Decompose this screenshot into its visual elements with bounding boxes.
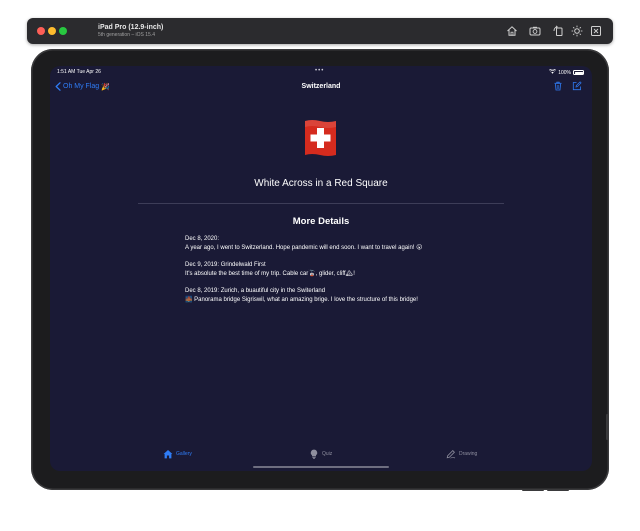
tab-drawing[interactable]: Drawing [446, 449, 477, 459]
simulator-subtitle: 5th generation – iOS 15.4 [98, 32, 155, 38]
app-screen: 1:51 AM Tue Apr 26 ••• 100% Oh My Flag 🎉… [50, 66, 592, 471]
top-button [522, 489, 544, 491]
simulator-title-bar: iPad Pro (12.9-inch) 5th generation – iO… [27, 18, 613, 44]
divider [138, 203, 504, 204]
close-window-button[interactable] [37, 27, 45, 35]
close-window-icon[interactable] [590, 25, 602, 37]
detail-entry-date: Dec 8, 2020: [185, 236, 220, 242]
lightbulb-icon [310, 449, 318, 459]
tab-gallery-label: Gallery [176, 451, 192, 457]
detail-entry-text: 🌉 Panorama bridge Sigriswil, what an ama… [185, 297, 418, 303]
minimize-window-button[interactable] [48, 27, 56, 35]
house-icon [163, 450, 173, 459]
simulator-title: iPad Pro (12.9-inch) [98, 24, 164, 31]
wifi-icon [549, 68, 557, 76]
tab-gallery[interactable]: Gallery [163, 449, 192, 459]
tab-quiz[interactable]: Quiz [309, 449, 332, 459]
detail-entry-date: Dec 9, 2019: Grindelwald First [185, 262, 266, 268]
detail-entry-text: A year ago, I went to Switzerland. Hope … [185, 245, 423, 251]
tab-drawing-label: Drawing [459, 451, 478, 457]
home-icon[interactable] [506, 25, 518, 37]
detail-entry: Dec 9, 2019: Grindelwald First It's abso… [185, 261, 355, 279]
tab-quiz-label: Quiz [322, 451, 333, 457]
detail-entry-text: It's absolute the best time of my trip. … [185, 271, 355, 277]
compose-icon[interactable] [572, 81, 582, 91]
status-right: 100% [549, 68, 584, 76]
battery-percent: 100% [558, 69, 571, 76]
detail-entry: Dec 8, 2020: A year ago, I went to Switz… [185, 235, 422, 253]
multitasking-dots[interactable]: ••• [315, 68, 324, 74]
switzerland-flag-emoji [302, 119, 339, 159]
more-details-heading: More Details [292, 216, 350, 227]
top-button-2 [547, 489, 569, 491]
trash-icon[interactable] [553, 81, 563, 91]
rotate-icon[interactable] [552, 25, 564, 37]
page-title: Switzerland [301, 83, 341, 90]
detail-entry-date: Dec 8, 2019: Zurich, a buautiful city in… [185, 288, 326, 294]
battery-icon [573, 70, 584, 75]
home-indicator[interactable] [253, 466, 389, 468]
screenshot-icon[interactable] [529, 25, 541, 37]
flag-description: White Across in a Red Square [254, 178, 388, 189]
detail-entry: Dec 8, 2019: Zurich, a buautiful city in… [185, 287, 418, 305]
zoom-window-button[interactable] [59, 27, 67, 35]
brightness-icon[interactable] [571, 25, 583, 37]
status-time-date: 1:51 AM Tue Apr 26 [57, 69, 101, 75]
pencil-icon [446, 450, 456, 459]
volume-button [606, 414, 609, 440]
